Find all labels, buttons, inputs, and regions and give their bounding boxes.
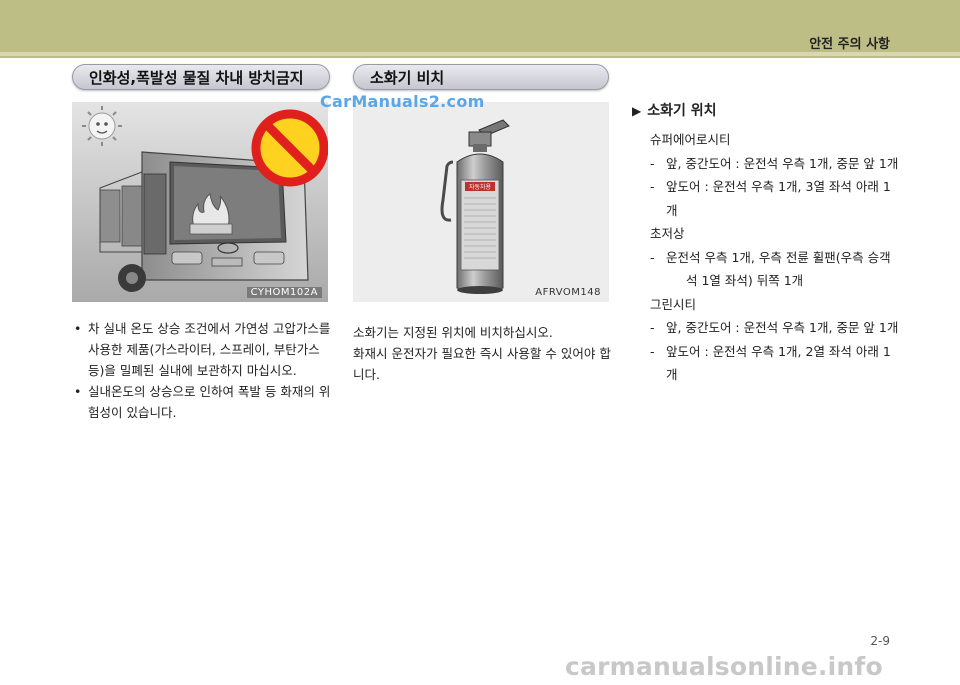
- location-title: ▶ 소화기 위치: [632, 100, 902, 120]
- bus-model-name: 슈퍼에어로시티: [650, 132, 731, 147]
- location-item: 앞, 중간도어 : 운전석 우측 1개, 중문 앞 1개: [650, 152, 902, 176]
- location-item: 앞도어 : 운전석 우측 1개, 2열 좌석 아래 1개: [650, 340, 902, 387]
- warning-bullet-list: 차 실내 온도 상승 조건에서 가연성 고압가스를 사용한 제품(가스라이터, …: [72, 318, 334, 423]
- page-number: 2-9: [870, 634, 890, 648]
- location-item: 운전석 우측 1개, 우측 전륜 휠팬(우측 승객: [650, 246, 902, 270]
- location-item: 앞, 중간도어 : 운전석 우측 1개, 중문 앞 1개: [650, 316, 902, 340]
- bus-illustration: CYHOM102A: [72, 102, 328, 302]
- bullet-item: 차 실내 온도 상승 조건에서 가연성 고압가스를 사용한 제품(가스라이터, …: [72, 318, 334, 381]
- image-code-extinguisher: AFRVOM148: [535, 287, 601, 298]
- header-stripe: [0, 52, 960, 56]
- bullet-item: 실내온도의 상승으로 인하여 폭발 등 화재의 위험성이 있습니다.: [72, 381, 334, 423]
- instruction-line: 소화기는 지정된 위치에 비치하십시오.: [353, 325, 553, 340]
- extinguisher-graphic: 자동차용: [353, 102, 609, 302]
- prohibition-icon: [251, 109, 328, 187]
- triangle-right-icon: ▶: [632, 104, 642, 118]
- extinguisher-label: 자동차용: [469, 183, 492, 191]
- extinguisher-instructions: 소화기는 지정된 위치에 비치하십시오. 화재시 운전자가 필요한 즉시 사용할…: [353, 322, 613, 385]
- location-item: 앞도어 : 운전석 우측 1개, 3열 좌석 아래 1개: [650, 175, 902, 222]
- bus-model-name: 초저상: [650, 226, 685, 241]
- image-code-bus: CYHOM102A: [246, 287, 322, 298]
- section-title: 안전 주의 사항: [809, 37, 890, 52]
- watermark-bottom: carmanualsonline.info: [565, 652, 883, 681]
- heading-flammable-items: 인화성,폭발성 물질 차내 방치금지: [72, 64, 330, 90]
- instruction-line: 화재시 운전자가 필요한 즉시 사용할 수 있어야 합니다.: [353, 346, 611, 382]
- bus-model-name: 그린시티: [650, 296, 697, 312]
- heading-extinguisher: 소화기 비치: [353, 64, 609, 90]
- location-item-continued: 석 1열 좌석) 뒤쪽 1개: [686, 273, 804, 288]
- location-group: 슈퍼에어로시티 앞, 중간도어 : 운전석 우측 1개, 중문 앞 1개 앞도어…: [632, 128, 902, 387]
- watermark-top: CarManuals2.com: [320, 92, 485, 111]
- bus-scene-graphic: [72, 102, 328, 302]
- extinguisher-photo: 자동차용 AFRVOM148: [353, 102, 609, 302]
- extinguisher-location-section: ▶ 소화기 위치 슈퍼에어로시티 앞, 중간도어 : 운전석 우측 1개, 중문 …: [632, 100, 902, 387]
- location-title-text: 소화기 위치: [647, 103, 717, 119]
